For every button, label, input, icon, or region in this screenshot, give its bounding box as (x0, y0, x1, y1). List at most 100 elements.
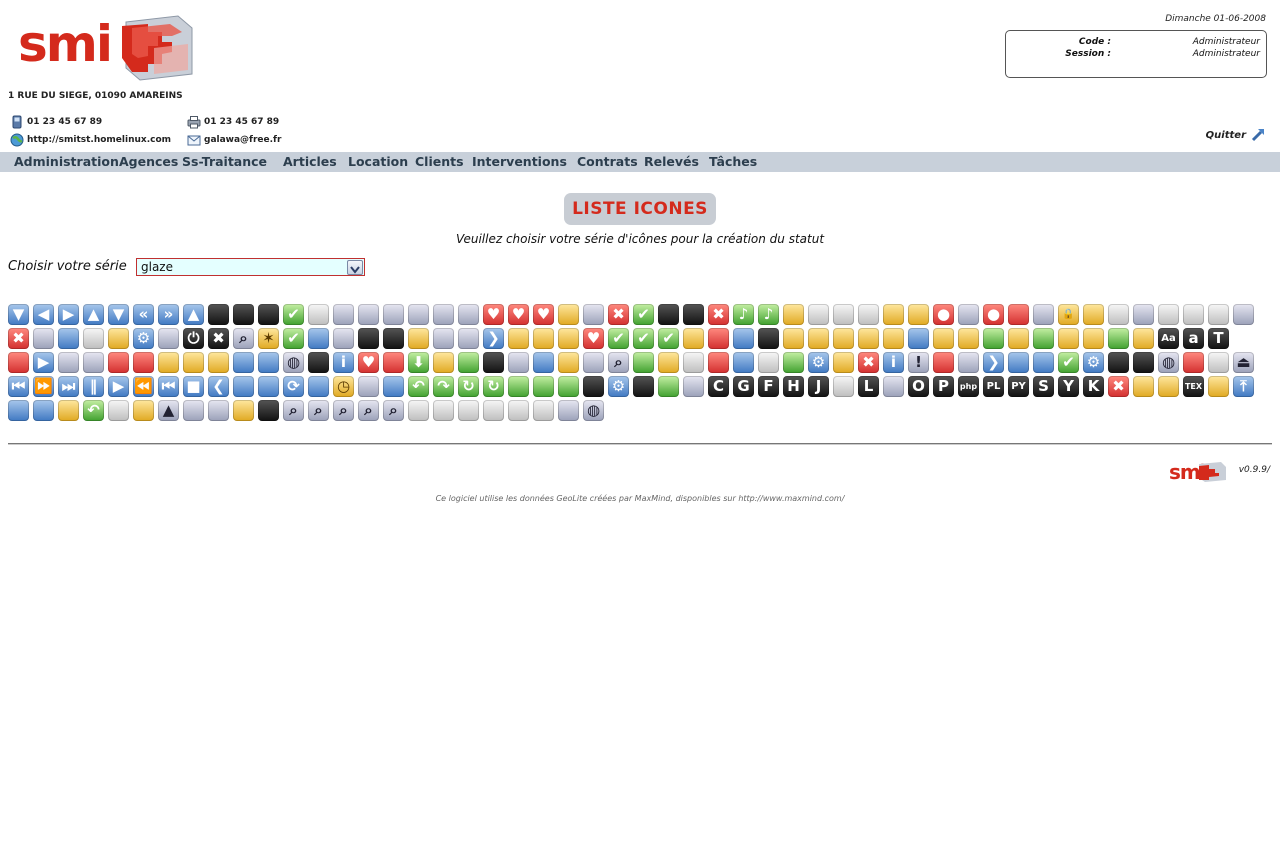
trash-icon[interactable] (58, 328, 79, 349)
up-2-icon[interactable] (783, 352, 804, 373)
zoom-in-icon[interactable]: ⌕ (283, 400, 304, 421)
check-8-icon[interactable]: ✔ (1058, 352, 1079, 373)
joystick-icon[interactable] (1108, 352, 1129, 373)
doc-text-icon[interactable] (308, 304, 329, 325)
heart-2-icon[interactable]: ♥ (358, 352, 379, 373)
clock-icon[interactable]: ◷ (333, 376, 354, 397)
menu-location[interactable]: Location (348, 153, 408, 171)
quit-button[interactable]: Quitter (1206, 127, 1266, 143)
music-4-icon[interactable] (658, 376, 679, 397)
laptop-icon[interactable] (533, 352, 554, 373)
search-icon[interactable]: ⌕ (233, 328, 254, 349)
S-icon[interactable]: S (1033, 376, 1054, 397)
back-icon[interactable] (408, 304, 429, 325)
drive-6-icon[interactable] (308, 376, 329, 397)
usb-2-icon[interactable] (208, 400, 229, 421)
red-x-4-icon[interactable]: ✖ (858, 352, 879, 373)
camera-icon[interactable] (658, 304, 679, 325)
tag-5-icon[interactable] (683, 328, 704, 349)
menu-contrats[interactable]: Contrats (577, 153, 638, 171)
house-2-icon[interactable] (708, 328, 729, 349)
lock-10-icon[interactable] (133, 400, 154, 421)
check-2-icon[interactable]: ✔ (283, 328, 304, 349)
menu-interventions[interactable]: Interventions (472, 153, 567, 171)
grid-icon[interactable] (333, 304, 354, 325)
zoom-2-icon[interactable]: ⌕ (358, 400, 379, 421)
chart-icon[interactable] (583, 352, 604, 373)
php-icon[interactable]: php (958, 376, 979, 397)
check-7-icon[interactable] (1108, 328, 1129, 349)
menu-agences[interactable]: Agences (119, 153, 178, 171)
pencil-icon[interactable] (58, 400, 79, 421)
chevron-left-icon[interactable]: ❮ (208, 376, 229, 397)
gear-4-icon[interactable]: ⚙ (608, 376, 629, 397)
cd-gold-3-icon[interactable] (908, 304, 929, 325)
screen-icon[interactable] (483, 352, 504, 373)
cubes-icon[interactable] (458, 304, 479, 325)
id-icon[interactable] (83, 352, 104, 373)
floppy-2-icon[interactable] (233, 304, 254, 325)
antenna-icon[interactable] (508, 352, 529, 373)
box-icon[interactable] (1008, 328, 1029, 349)
page-icon[interactable] (108, 400, 129, 421)
menu-clients[interactable]: Clients (415, 153, 464, 171)
info-2-icon[interactable]: i (883, 352, 904, 373)
play-2-icon[interactable]: ▶ (108, 376, 129, 397)
blue-up-icon[interactable]: ▲ (83, 304, 104, 325)
package-icon[interactable] (1158, 376, 1179, 397)
box-2-icon[interactable] (833, 352, 854, 373)
tools-icon[interactable] (458, 328, 479, 349)
network-icon[interactable] (733, 328, 754, 349)
list-3-icon[interactable] (483, 400, 504, 421)
down-2-icon[interactable] (633, 352, 654, 373)
dvd-2-icon[interactable] (1183, 304, 1204, 325)
tag-4-icon[interactable] (558, 328, 579, 349)
download-icon[interactable] (583, 304, 604, 325)
blue-left-icon[interactable]: ◀ (33, 304, 54, 325)
save-icon[interactable] (358, 328, 379, 349)
undo-icon[interactable]: ↶ (408, 376, 429, 397)
lock-9-icon[interactable] (558, 352, 579, 373)
flower-icon[interactable] (883, 376, 904, 397)
list-2-icon[interactable] (758, 352, 779, 373)
usb-icon[interactable] (183, 400, 204, 421)
pause-icon[interactable]: ‖ (83, 376, 104, 397)
zoom-icon[interactable]: ⌕ (333, 400, 354, 421)
tag-3-icon[interactable] (533, 328, 554, 349)
tag-12-icon[interactable] (1083, 328, 1104, 349)
globe-icon[interactable]: ◍ (283, 352, 304, 373)
list-icon[interactable] (683, 352, 704, 373)
doc-icon[interactable] (833, 376, 854, 397)
window-2-icon[interactable] (533, 400, 554, 421)
email-link[interactable]: galawa@free.fr (204, 135, 281, 145)
tag-10-icon[interactable] (958, 328, 979, 349)
heart-icon[interactable]: ♥ (483, 304, 504, 325)
tag-9-icon[interactable] (933, 328, 954, 349)
gear-2-icon[interactable]: ⚙ (808, 352, 829, 373)
tag-7-icon[interactable] (858, 328, 879, 349)
form-icon[interactable] (408, 400, 429, 421)
gear-3-icon[interactable]: ⚙ (1083, 352, 1104, 373)
cd-2-icon[interactable] (833, 304, 854, 325)
network-2-icon[interactable] (908, 328, 929, 349)
paint-icon[interactable] (158, 328, 179, 349)
lock-8-icon[interactable] (433, 352, 454, 373)
blue-down-2-icon[interactable]: ▼ (108, 304, 129, 325)
floppy-3-icon[interactable] (258, 304, 279, 325)
golf-icon[interactable] (458, 352, 479, 373)
color-icon[interactable] (958, 304, 979, 325)
drive-4-icon[interactable] (233, 376, 254, 397)
camera-2-icon[interactable] (683, 304, 704, 325)
reload-2-icon[interactable]: ↻ (483, 376, 504, 397)
chevron-down-icon[interactable] (347, 260, 363, 275)
menu-administration[interactable]: Administration (14, 153, 119, 171)
blue-right-icon[interactable]: ▶ (58, 304, 79, 325)
P-icon[interactable]: P (933, 376, 954, 397)
tag-6-icon[interactable] (808, 328, 829, 349)
red-x-2-icon[interactable]: ✖ (708, 304, 729, 325)
zoom-out-icon[interactable]: ⌕ (308, 400, 329, 421)
G-icon[interactable]: G (733, 376, 754, 397)
copy-icon[interactable] (1208, 304, 1229, 325)
menu-taches[interactable]: Tâches (709, 153, 757, 171)
heart-up-icon[interactable]: ♥ (533, 304, 554, 325)
